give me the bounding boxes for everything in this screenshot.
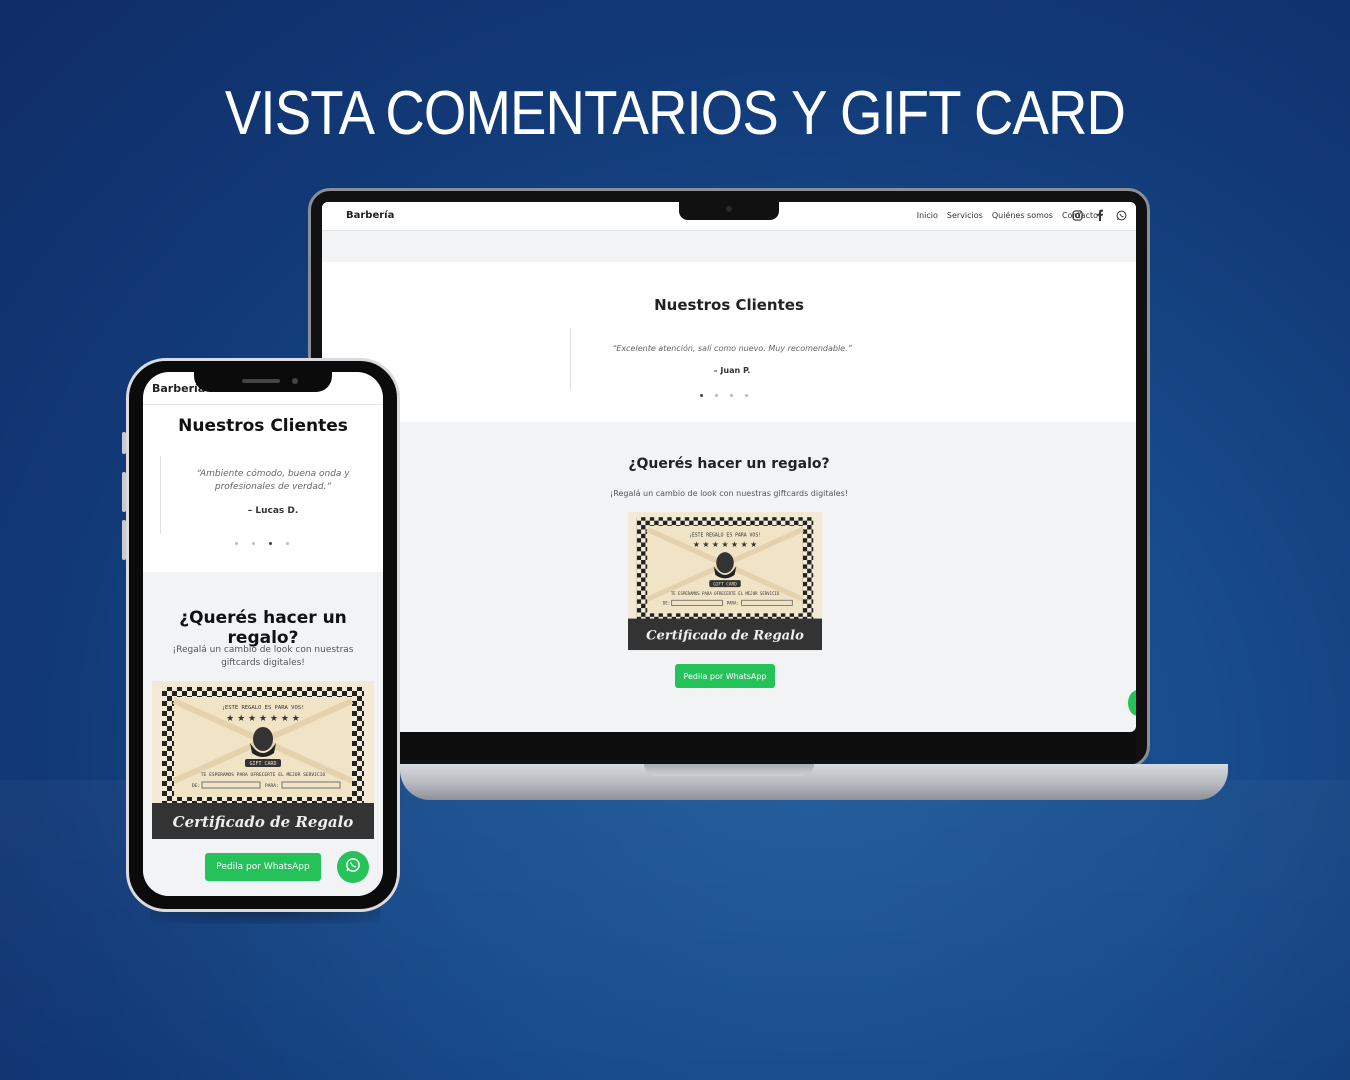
gift-subtitle: ¡Regalá un cambio de look con nuestras g… [172,645,354,668]
testimonial-quote: “Ambiente cómodo, buena onda y profesion… [196,469,350,492]
carousel-dot[interactable] [235,542,238,545]
svg-text:★ ★ ★ ★ ★ ★ ★: ★ ★ ★ ★ ★ ★ ★ [693,540,757,549]
laptop-bezel [322,732,1136,760]
carousel-dot[interactable] [286,542,289,545]
card-top-text: ¡ESTE REGALO ES PARA VOS! [689,532,761,538]
whatsapp-order-button[interactable]: Pedila por WhatsApp [675,664,775,688]
gift-subtitle: ¡Regalá un cambio de look con nuestras g… [610,489,848,498]
testimonials-title: Nuestros Clientes [178,416,348,436]
carousel-dots [235,542,289,545]
whatsapp-order-button[interactable]: Pedila por WhatsApp [205,853,321,881]
gift-card-image: ¡ESTE REGALO ES PARA VOS! ★ ★ ★ ★ ★ ★ ★ … [628,510,822,652]
laptop-screen: Barbería Inicio Servicios Quiénes somos … [322,202,1136,732]
card-script-title: Certificado de Regalo [173,813,354,831]
whatsapp-icon [345,857,361,877]
svg-text:★ ★ ★ ★ ★ ★ ★: ★ ★ ★ ★ ★ ★ ★ [226,714,300,724]
carousel-dot[interactable] [700,394,703,397]
testimonial-author: – Lucas D. [247,506,299,516]
carousel-dot[interactable] [730,394,733,397]
page-headline: VISTA COMENTARIOS Y GIFT CARD [224,79,1126,148]
card-script-title: Certificado de Regalo [646,629,804,644]
card-tagline: TE ESPERAMOS PARA OFRECERTE EL MEJOR SER… [671,591,780,596]
nav-link-servicios[interactable]: Servicios [947,211,983,220]
facebook-icon[interactable] [1092,208,1106,222]
gift-title: ¿Querés hacer un regalo? [179,608,347,648]
whatsapp-floating-button[interactable] [337,851,369,883]
testimonials-section: Nuestros Clientes “Excelente atención, s… [322,262,1136,422]
whatsapp-floating-button[interactable] [1128,690,1136,716]
testimonial-author: – Juan P. [713,366,751,375]
carousel-dot[interactable] [269,542,272,545]
laptop-base [400,764,1228,800]
testimonial-quote: “Excelente atención, salí como nuevo. Mu… [612,344,852,353]
navbar-divider [143,404,383,405]
quote-divider [570,328,571,390]
card-tagline: TE ESPERAMOS PARA OFRECERTE EL MEJOR SER… [201,772,326,778]
card-de-label: DE: [663,601,670,606]
carousel-dot[interactable] [252,542,255,545]
nav-link-inicio[interactable]: Inicio [917,211,938,220]
card-ribbon: GIFT CARD [249,761,276,767]
brand-logo[interactable]: Barbería [346,210,394,221]
gift-title: ¿Querés hacer un regalo? [628,456,830,472]
card-de-label: DE: [192,783,200,789]
carousel-dots [700,394,748,397]
social-icons [1070,208,1128,222]
nav-link-quienes-somos[interactable]: Quiénes somos [992,211,1053,220]
whatsapp-icon[interactable] [1114,208,1128,222]
card-para-label: PARA: [727,601,739,606]
carousel-dot[interactable] [745,394,748,397]
phone-camera [292,378,298,384]
testimonials-title: Nuestros Clientes [654,296,804,314]
laptop-opening-groove [644,764,814,776]
card-ribbon: GIFT CARD [713,581,737,587]
instagram-icon[interactable] [1070,208,1084,222]
phone-speaker [242,379,280,383]
card-para-label: PARA: [265,783,279,789]
card-top-text: ¡ESTE REGALO ES PARA VOS! [222,705,305,711]
carousel-dot[interactable] [715,394,718,397]
gift-card-image: ¡ESTE REGALO ES PARA VOS! ★ ★ ★ ★ ★ ★ ★ … [152,681,374,839]
quote-divider [160,456,161,534]
laptop-camera [726,206,732,212]
phone-notch [194,364,332,392]
phone-screen: Barbería Nuestros Clientes “Ambiente cóm… [143,372,383,896]
